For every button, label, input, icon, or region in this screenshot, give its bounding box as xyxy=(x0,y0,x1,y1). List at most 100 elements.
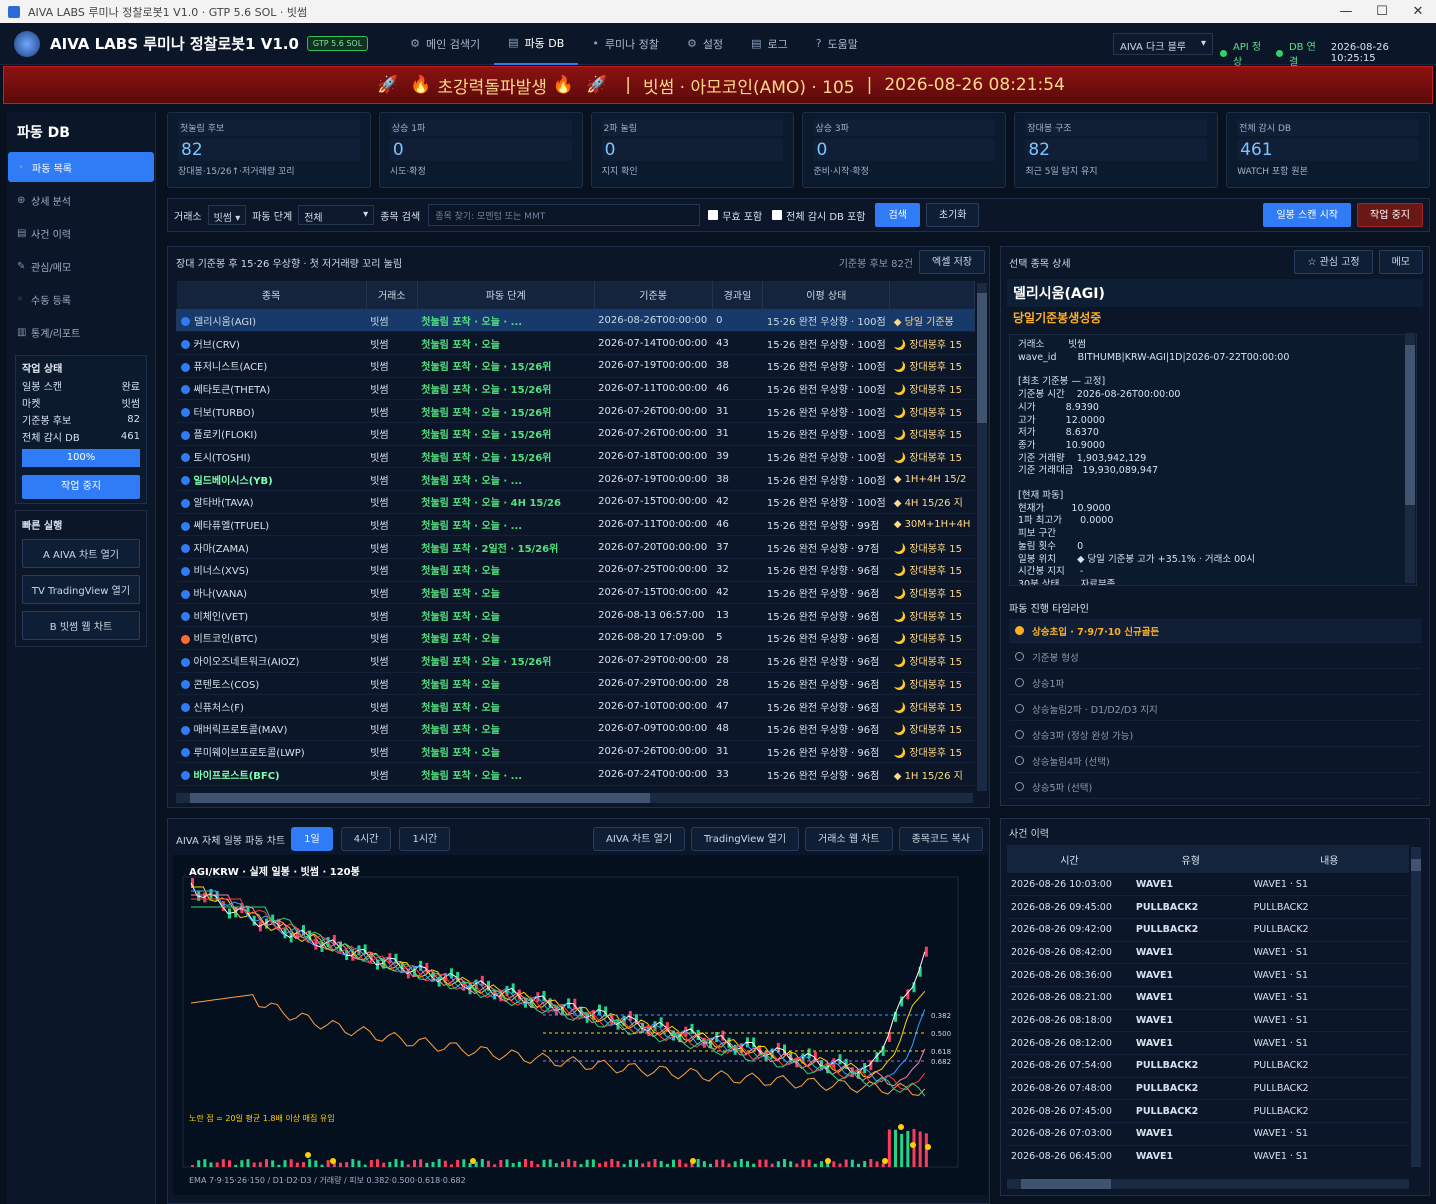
list-hscrollbar[interactable] xyxy=(176,793,973,803)
table-header[interactable]: 경과일 xyxy=(712,281,764,309)
detail-scrollbar[interactable] xyxy=(1405,333,1415,583)
minimize-icon[interactable]: — xyxy=(1328,0,1364,23)
sidebar-item[interactable]: • 파동 목록 xyxy=(8,152,154,182)
table-header[interactable]: 이평 상태 xyxy=(762,281,891,309)
table-row[interactable]: 쎄타퓨엘(TFUEL) 빗썸 첫눌림 포착 · 오늘 · ... 2026-07-11… xyxy=(176,513,975,537)
coin-name: 토시(TOSHI) xyxy=(193,452,251,464)
event-header[interactable]: 내용 xyxy=(1249,845,1409,873)
volume-bar xyxy=(585,1159,589,1167)
sidebar-item[interactable]: ◦ 수동 등록 xyxy=(7,284,155,314)
search-input[interactable]: 종목 찾기: 모멘텀 또는 MMT xyxy=(428,204,701,226)
event-row[interactable]: 2026-08-26 07:48:00 PULLBACK2 PULLBACK2 xyxy=(1007,1077,1409,1101)
table-cell: 2026-07-11T00:00:00 xyxy=(594,513,713,537)
excel-button[interactable]: 엑셀 저장 xyxy=(919,250,985,274)
table-row[interactable]: 바나(VANA) 빗썸 첫눌림 포착 · 오늘 2026-07-15T00:00:00… xyxy=(176,581,975,605)
event-row[interactable]: 2026-08-26 07:54:00 PULLBACK2 PULLBACK2 xyxy=(1007,1054,1409,1078)
chart-action-button[interactable]: 거래소 웹 차트 xyxy=(805,827,893,851)
nav-label: 파동 DB xyxy=(524,36,565,50)
memo-button[interactable]: 메모 xyxy=(1378,250,1423,274)
table-row[interactable]: 매버릭프로토콜(MAV) 빗썸 첫눌림 포착 · 오늘 2026-07-09T00:0… xyxy=(176,717,975,741)
table-row[interactable]: 자마(ZAMA) 빗썸 첫눌림 포착 · 2일전 · 15/26위 2026-07-2… xyxy=(176,535,975,560)
volume-bar xyxy=(881,1163,885,1167)
event-header[interactable]: 유형 xyxy=(1131,845,1250,873)
list-scrollbar[interactable] xyxy=(977,283,987,791)
table-cell: 15·26 완전 우상향 · 96점 xyxy=(762,581,890,605)
table-header[interactable]: 거래소 xyxy=(366,281,418,309)
volume-bar xyxy=(832,1161,836,1167)
table-row[interactable]: 비체인(VET) 빗썸 첫눌림 포착 · 오늘 2026-08-13 06:57:00… xyxy=(176,603,975,628)
chart-action-button[interactable]: 종목코드 복사 xyxy=(898,827,983,851)
nav-item[interactable]: • 루미나 정찰 xyxy=(578,23,673,65)
pin-button[interactable]: ☆ 관심 고정 xyxy=(1294,250,1373,274)
event-row[interactable]: 2026-08-26 07:03:00 WAVE1 WAVE1 · S1 xyxy=(1007,1122,1409,1146)
event-scrollbar[interactable] xyxy=(1411,847,1421,1167)
maximize-icon[interactable]: ☐ xyxy=(1364,0,1400,23)
table-row[interactable]: 바이프로스트(BFC) 빗썸 첫눌림 포착 · 오늘 · ... 2026-07-24… xyxy=(176,762,975,786)
event-row[interactable]: 2026-08-26 10:03:00 WAVE1 WAVE1 · S1 xyxy=(1007,873,1409,897)
reset-button[interactable]: 초기화 xyxy=(925,203,980,227)
nav-item[interactable]: ▤ 파동 DB xyxy=(494,23,579,65)
detail-line: 1파 최고가 0.0000 xyxy=(1018,515,1114,527)
theme-select[interactable]: AIVA 다크 블루 ▾ xyxy=(1113,33,1213,55)
table-row[interactable]: 루미웨이브프로토콜(LWP) 빗썸 첫눌림 포착 · 오늘 2026-07-26T00… xyxy=(176,740,975,764)
event-hscrollbar[interactable] xyxy=(1007,1179,1409,1189)
nav-item[interactable]: ⚙ 메인 검색기 xyxy=(396,23,494,65)
candle-chart[interactable]: 0.382 0.500 0.618 0.682 AGI/KRW · 실제 일봉 · 빗… xyxy=(173,855,988,1195)
nav-item[interactable]: ⚙ 설정 xyxy=(673,23,737,65)
event-row[interactable]: 2026-08-26 06:45:00 WAVE1 WAVE1 · S1 xyxy=(1007,1145,1409,1167)
table-row[interactable]: 퓨저니스트(ACE) 빗썸 첫눌림 포착 · 오늘 · 15/26위 2026-07-… xyxy=(176,354,975,378)
table-header[interactable]: 종목 xyxy=(176,281,367,309)
table-row[interactable]: 콘텐토스(COS) 빗썸 첫눌림 포착 · 오늘 2026-07-29T00:00:0… xyxy=(176,672,975,696)
table-row[interactable]: 커브(CRV) 빗썸 첫눌림 포착 · 오늘 2026-07-14T00:00:00 4… xyxy=(176,331,975,355)
table-row[interactable]: 터보(TURBO) 빗썸 첫눌림 포착 · 오늘 · 15/26위 2026-07-2… xyxy=(176,399,975,423)
nav-item[interactable]: ? 도움말 xyxy=(802,23,872,65)
table-header[interactable] xyxy=(889,281,975,309)
event-row[interactable]: 2026-08-26 09:45:00 PULLBACK2 PULLBACK2 xyxy=(1007,895,1409,919)
table-cell: 🌙 장대봉후 15 xyxy=(889,672,975,696)
table-row[interactable]: 쎄타토큰(THETA) 빗썸 첫눌림 포착 · 오늘 · 15/26위 2026-07… xyxy=(176,377,975,401)
quick-button[interactable]: A AIVA 차트 열기 xyxy=(22,539,140,568)
sidebar-item[interactable]: ⊕ 상세 분석 xyxy=(7,185,155,215)
close-icon[interactable]: ✕ xyxy=(1400,0,1436,23)
scan-start-button[interactable]: 일봉 스캔 시작 xyxy=(1263,203,1352,227)
table-row[interactable]: 플로키(FLOKI) 빗썸 첫눌림 포착 · 오늘 · 15/26위 2026-07-… xyxy=(176,422,975,446)
sidebar-item[interactable]: ✎ 관심/메모 xyxy=(7,251,155,281)
chart-action-button[interactable]: AIVA 차트 열기 xyxy=(593,827,686,851)
event-row[interactable]: 2026-08-26 08:21:00 WAVE1 WAVE1 · S1 xyxy=(1007,986,1409,1010)
table-row[interactable]: 비트코인(BTC) 빗썸 첫눌림 포착 · 오늘 2026-08-20 17:09:0… xyxy=(176,626,975,650)
search-button[interactable]: 검색 xyxy=(875,203,920,227)
table-row[interactable]: 아이오즈네트워크(AIOZ) 빗썸 첫눌림 포착 · 오늘 · 15/26위 2026… xyxy=(176,649,975,673)
table-row[interactable]: 비너스(XVS) 빗썸 첫눌림 포착 · 오늘 2026-07-25T00:00:00… xyxy=(176,558,975,582)
exchange-select[interactable]: 빗썸 ▾ xyxy=(207,205,247,225)
sidebar-item[interactable]: ▥ 통계/리포트 xyxy=(7,317,155,347)
event-row[interactable]: 2026-08-26 08:12:00 WAVE1 WAVE1 · S1 xyxy=(1007,1031,1409,1055)
timeframe-tab[interactable]: 1시간 xyxy=(399,827,451,851)
sidebar-item[interactable]: ▤ 사건 이력 xyxy=(7,218,155,248)
stop-button[interactable]: 작업 중지 xyxy=(1357,203,1423,227)
volume-bar xyxy=(573,1160,577,1167)
invalid-checkbox[interactable]: 무효 포함 xyxy=(708,208,762,223)
event-row[interactable]: 2026-08-26 09:42:00 PULLBACK2 PULLBACK2 xyxy=(1007,918,1409,942)
quick-button[interactable]: TV TradingView 열기 xyxy=(22,575,140,604)
full-db-checkbox[interactable]: 전체 감시 DB 포함 xyxy=(772,208,865,223)
table-row[interactable]: 일드베이시스(YB) 빗썸 첫눌림 포착 · 오늘 · ... 2026-07-19T… xyxy=(176,467,975,491)
timeframe-tab[interactable]: 1일 xyxy=(291,827,333,851)
event-row[interactable]: 2026-08-26 08:36:00 WAVE1 WAVE1 · S1 xyxy=(1007,963,1409,987)
event-row[interactable]: 2026-08-26 07:45:00 PULLBACK2 PULLBACK2 xyxy=(1007,1099,1409,1124)
event-row[interactable]: 2026-08-26 08:18:00 WAVE1 WAVE1 · S1 xyxy=(1007,1009,1409,1033)
timeframe-tab[interactable]: 4시간 xyxy=(340,827,392,851)
table-row[interactable]: 알타바(TAVA) 빗썸 첫눌림 포착 · 오늘 · 4H 15/26 2026-07… xyxy=(176,490,975,514)
table-row[interactable]: 델리시움(AGI) 빗썸 첫눌림 포착 · 오늘 · ... 2026-08-26T0… xyxy=(176,309,975,333)
chart-action-button[interactable]: TradingView 열기 xyxy=(691,827,800,851)
volume-bar xyxy=(709,1163,712,1167)
event-row[interactable]: 2026-08-26 08:42:00 WAVE1 WAVE1 · S1 xyxy=(1007,941,1409,965)
table-header[interactable]: 파동 단계 xyxy=(417,281,595,309)
table-header[interactable]: 기준봉 xyxy=(594,281,713,309)
job-stop-button[interactable]: 작업 중지 xyxy=(22,475,140,499)
table-row[interactable]: 토시(TOSHI) 빗썸 첫눌림 포착 · 오늘 · 15/26위 2026-07-1… xyxy=(176,445,975,469)
table-row[interactable]: 신퓨처스(F) 빗썸 첫눌림 포착 · 오늘 2026-07-10T00:00:00 4… xyxy=(176,694,975,718)
event-header[interactable]: 시간 xyxy=(1007,845,1132,873)
stage-select[interactable]: 전체 ▾ xyxy=(298,205,375,225)
quick-button[interactable]: B 빗썸 웹 차트 xyxy=(22,611,140,640)
nav-item[interactable]: ▤ 로그 xyxy=(737,23,802,65)
